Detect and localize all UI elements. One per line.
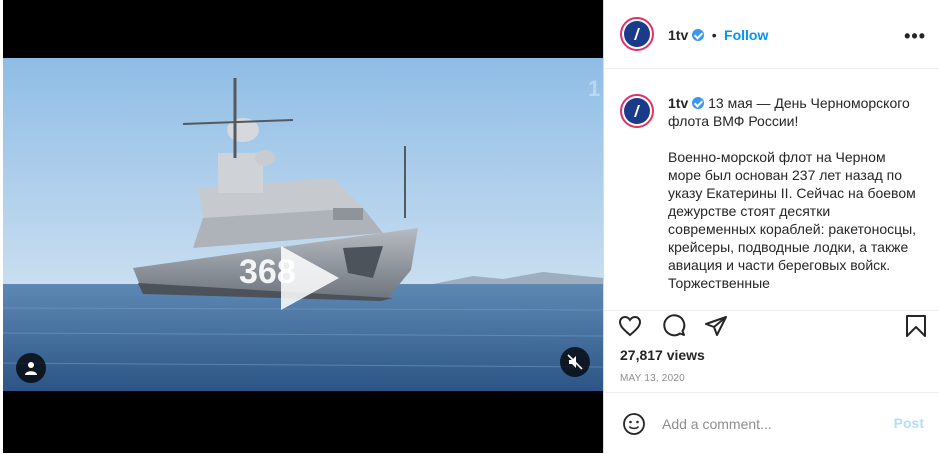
username-link[interactable]: 1tv (668, 27, 688, 43)
avatar[interactable] (620, 17, 654, 51)
post-details-panel: 1tv • Follow ••• 1tv 13 мая — День Черно… (603, 0, 939, 453)
mute-button[interactable] (560, 347, 590, 377)
share-button[interactable] (704, 314, 728, 343)
post-date[interactable]: MAY 13, 2020 (620, 373, 685, 384)
channel-logo-icon (624, 98, 650, 124)
verified-badge-icon (692, 97, 705, 109)
caption-text: 1tv 13 мая — День Черноморского флота ВМ… (668, 94, 918, 292)
play-icon (281, 246, 339, 310)
video-frame: 368 1 (3, 58, 603, 391)
video-player[interactable]: 368 1 (3, 58, 603, 391)
play-button[interactable] (273, 244, 341, 312)
heart-icon (618, 315, 642, 337)
header-user-line: 1tv • Follow (668, 27, 768, 45)
channel-watermark-icon: 1 (588, 76, 600, 101)
emoji-icon (623, 413, 645, 435)
save-button[interactable] (904, 314, 928, 343)
follow-button[interactable]: Follow (724, 27, 768, 43)
caption-avatar[interactable] (620, 94, 654, 128)
user-icon (25, 362, 37, 375)
channel-logo-icon (624, 21, 650, 47)
caption-area: 1tv 13 мая — День Черноморского флота ВМ… (604, 70, 939, 311)
comment-icon (663, 314, 686, 337)
comment-input[interactable] (660, 415, 884, 433)
more-options-button[interactable]: ••• (904, 26, 926, 47)
action-bar (618, 314, 928, 338)
tagged-users-button[interactable] (16, 353, 46, 383)
post-header: 1tv • Follow ••• (604, 0, 939, 69)
media-area: 368 1 (3, 0, 603, 453)
comment-box: Post (604, 392, 939, 454)
caption-username-link[interactable]: 1tv (668, 95, 688, 111)
emoji-button[interactable] (622, 412, 646, 441)
comment-button[interactable] (662, 314, 686, 343)
muted-speaker-icon (567, 354, 583, 370)
caption-paragraph-1: 1tv 13 мая — День Черноморского флота ВМ… (668, 95, 910, 129)
paper-plane-icon (705, 316, 727, 336)
bookmark-icon (906, 315, 926, 337)
post-comment-button[interactable]: Post (894, 415, 924, 431)
caption-paragraph-2: Военно-морской флот на Черном море был о… (668, 149, 917, 291)
verified-badge-icon (692, 29, 705, 41)
instagram-post-window: 368 1 1tv • Follow ••• 1tv 13 мая — День… (0, 0, 939, 453)
views-count[interactable]: 27,817 views (620, 347, 705, 363)
like-button[interactable] (618, 314, 642, 343)
follow-separator: • (711, 27, 717, 43)
